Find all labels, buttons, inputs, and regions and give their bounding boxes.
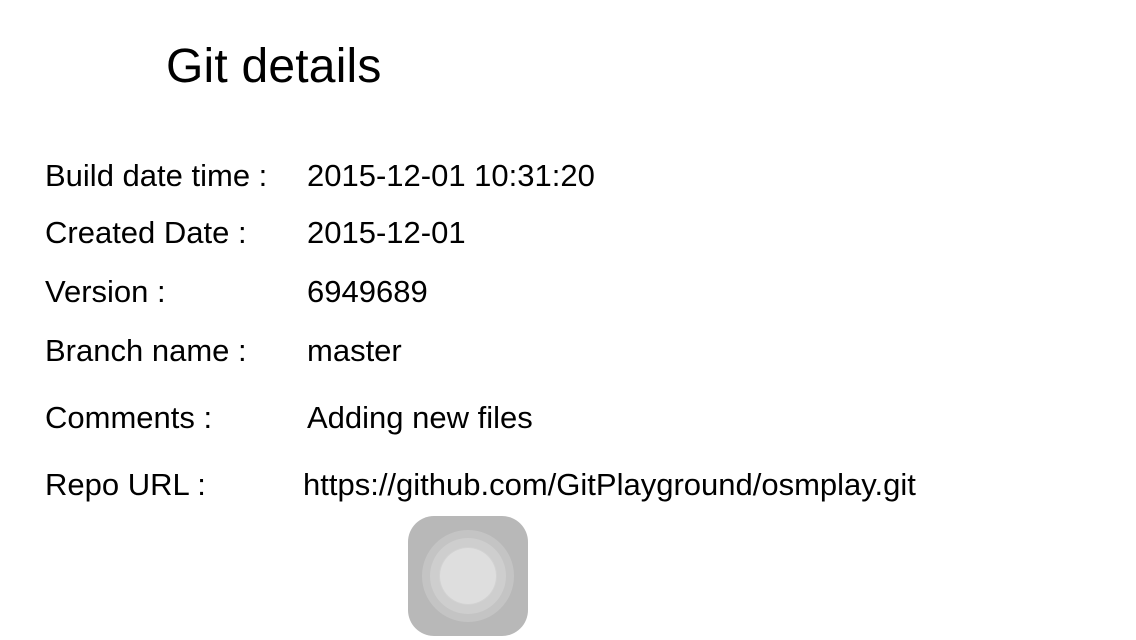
comments-value: Adding new files xyxy=(307,400,533,435)
version-label: Version : xyxy=(45,274,166,309)
version-value: 6949689 xyxy=(307,274,428,309)
repo-url-label: Repo URL : xyxy=(45,467,206,502)
repo-url-value: https://github.com/GitPlayground/osmplay… xyxy=(303,467,916,502)
branch-name-label: Branch name : xyxy=(45,333,247,368)
assistive-touch-center xyxy=(440,548,496,604)
assistive-touch-button[interactable] xyxy=(408,516,528,636)
build-date-time-label: Build date time : xyxy=(45,158,268,193)
created-date-value: 2015-12-01 xyxy=(307,215,466,250)
comments-label: Comments : xyxy=(45,400,213,435)
branch-name-value: master xyxy=(307,333,402,368)
created-date-label: Created Date : xyxy=(45,215,247,250)
page-title: Git details xyxy=(166,40,382,93)
build-date-time-value: 2015-12-01 10:31:20 xyxy=(307,158,595,193)
